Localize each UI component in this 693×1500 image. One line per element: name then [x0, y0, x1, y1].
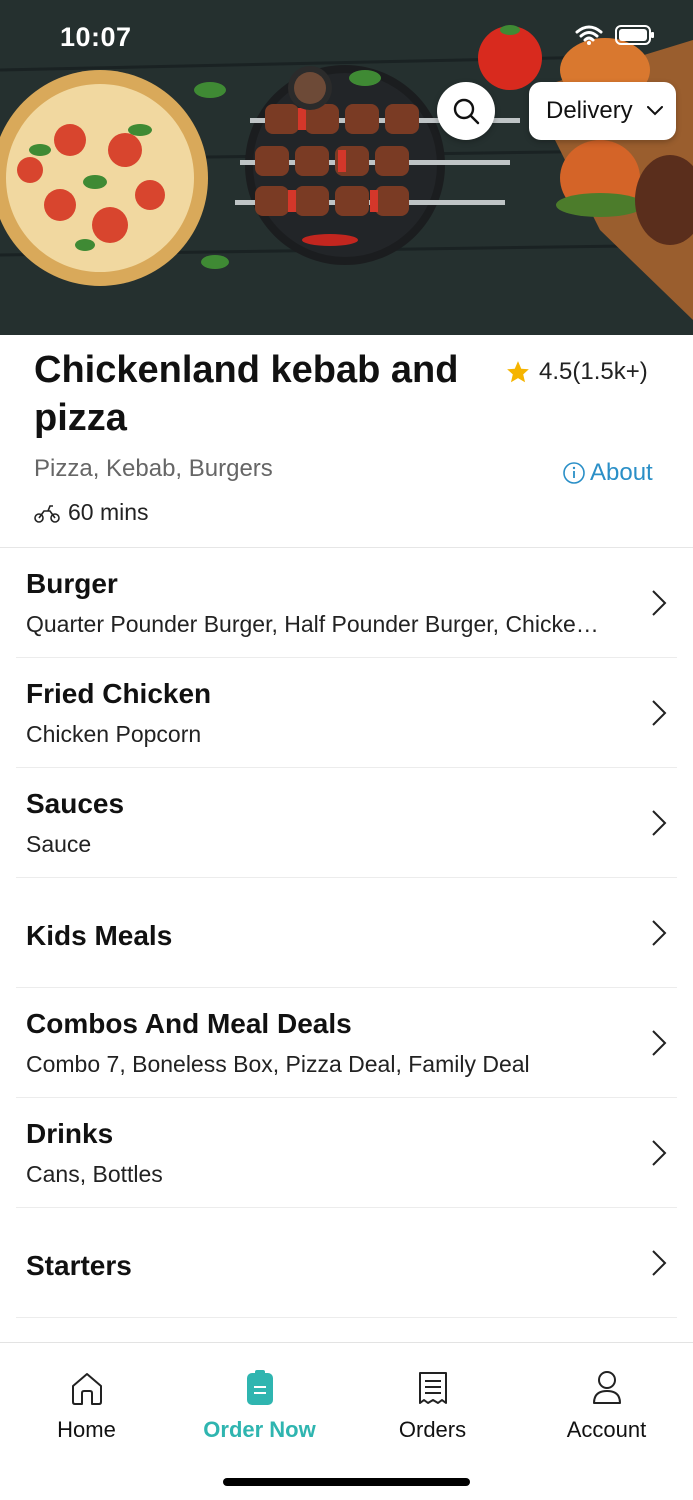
- category-items: Chicken Popcorn: [26, 721, 202, 747]
- cuisine-list: Pizza, Kebab, Burgers: [34, 455, 273, 482]
- rating-value: 4.5(1.5k+): [539, 358, 648, 385]
- category-row-fried-chicken[interactable]: Fried Chicken Chicken Popcorn: [16, 658, 677, 768]
- star-icon: [507, 361, 529, 383]
- category-row-sauces[interactable]: Sauces Sauce: [16, 768, 677, 878]
- category-list: Burger Quarter Pounder Burger, Half Poun…: [0, 548, 693, 1318]
- category-title: Burger: [26, 568, 118, 599]
- status-time: 10:07: [60, 22, 132, 52]
- category-items: Quarter Pounder Burger, Half Pounder Bur…: [26, 611, 599, 637]
- rating: 4.5(1.5k+): [505, 358, 648, 386]
- about-label: About: [590, 459, 653, 486]
- tab-order-now[interactable]: Order Now: [173, 1343, 346, 1453]
- tab-order-now-label: Order Now: [203, 1417, 316, 1442]
- wifi-icon: [575, 25, 603, 45]
- category-items: Cans, Bottles: [26, 1161, 163, 1187]
- category-row-starters[interactable]: Starters: [16, 1208, 677, 1318]
- category-items: Combo 7, Boneless Box, Pizza Deal, Famil…: [26, 1051, 530, 1077]
- info-icon: [563, 462, 585, 484]
- category-row-combos[interactable]: Combos And Meal Deals Combo 7, Boneless …: [16, 988, 677, 1098]
- category-title: Combos And Meal Deals: [26, 1008, 352, 1039]
- order-icon: [246, 1370, 273, 1405]
- category-title: Kids Meals: [26, 920, 173, 951]
- chevron-right-icon: [652, 1250, 667, 1276]
- tab-account[interactable]: Account: [520, 1343, 693, 1453]
- category-title: Drinks: [26, 1118, 114, 1149]
- status-icons: [575, 24, 655, 46]
- home-icon: [71, 1373, 102, 1405]
- about-link[interactable]: About: [562, 459, 653, 487]
- tab-home-label: Home: [57, 1417, 116, 1442]
- category-title: Starters: [26, 1250, 132, 1281]
- battery-icon: [615, 25, 654, 45]
- tab-account-label: Account: [566, 1417, 647, 1442]
- category-title: Sauces: [26, 788, 125, 819]
- category-row-burger[interactable]: Burger Quarter Pounder Burger, Half Poun…: [16, 548, 677, 658]
- bottom-tab-bar: Home Order Now Orders Account: [0, 1342, 693, 1500]
- chevron-right-icon: [652, 1140, 667, 1166]
- search-button[interactable]: [437, 82, 495, 140]
- delivery-mode-dropdown[interactable]: Delivery: [529, 82, 676, 140]
- tab-home[interactable]: Home: [0, 1343, 173, 1453]
- restaurant-name: Chickenland kebab and pizza: [34, 349, 459, 439]
- delivery-mode-label: Delivery: [546, 97, 633, 124]
- category-row-kids-meals[interactable]: Kids Meals: [16, 878, 677, 988]
- category-title: Fried Chicken: [26, 678, 212, 709]
- scooter-icon: [34, 504, 60, 523]
- eta-value: 60 mins: [68, 499, 149, 525]
- tab-orders-label: Orders: [398, 1417, 467, 1442]
- user-icon: [592, 1371, 621, 1404]
- tab-orders[interactable]: Orders: [346, 1343, 519, 1453]
- chevron-right-icon: [652, 590, 667, 616]
- receipt-icon: [418, 1372, 447, 1404]
- delivery-time: 60 mins: [34, 499, 149, 526]
- chevron-right-icon: [652, 920, 667, 946]
- search-icon: [453, 98, 480, 125]
- chevron-right-icon: [652, 810, 667, 836]
- chevron-right-icon: [652, 700, 667, 726]
- chevron-down-icon: [646, 106, 663, 116]
- category-row-drinks[interactable]: Drinks Cans, Bottles: [16, 1098, 677, 1208]
- chevron-right-icon: [652, 1030, 667, 1056]
- home-indicator: [223, 1478, 470, 1486]
- hero-banner: 10:07 Delivery: [0, 0, 693, 335]
- category-items: Sauce: [26, 831, 92, 857]
